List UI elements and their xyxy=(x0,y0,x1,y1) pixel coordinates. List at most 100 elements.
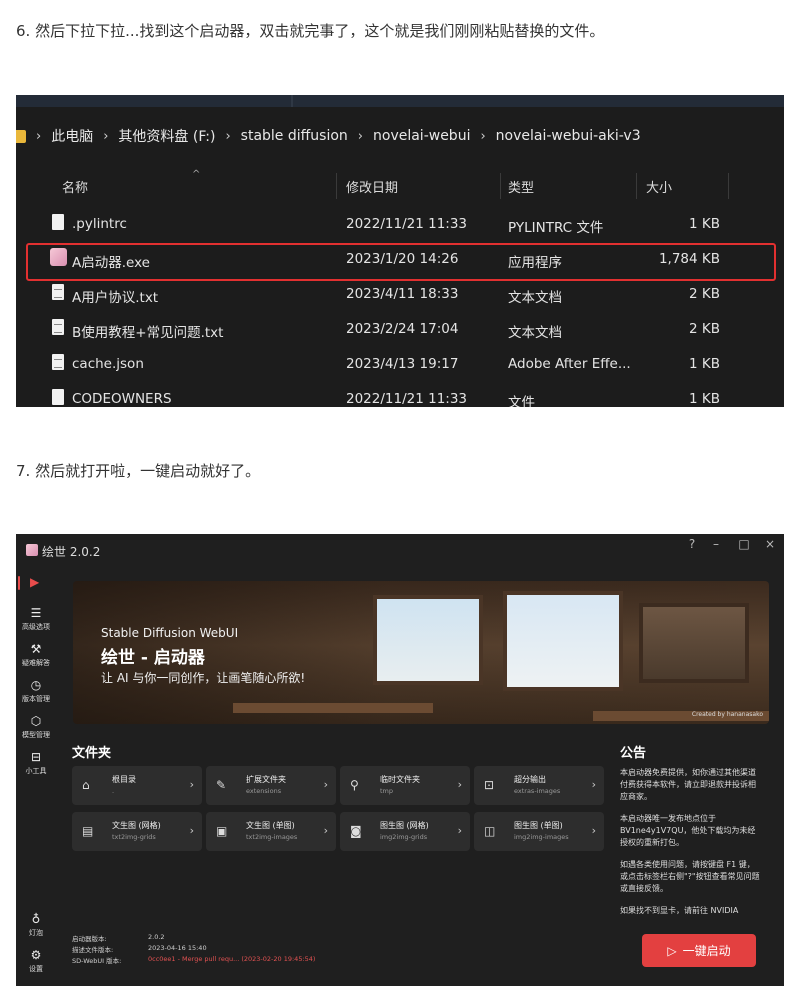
file-type: Adobe After Effe... xyxy=(508,356,631,372)
folder-card[interactable]: ◫ 图生图 (单图) img2img-images › xyxy=(474,812,604,851)
file-size: 2 KB xyxy=(689,286,720,302)
folder-card-label: 扩展文件夹 xyxy=(246,775,286,784)
launcher-window: 绘世 2.0.2 ? – □ × ▶ ☰ 高级选项 ⚒ 疑难解答 ◷ 版本管理 … xyxy=(16,534,784,986)
launcher-version-value: 2.0.2 xyxy=(148,933,165,941)
file-row[interactable]: cache.json 2023/4/13 19:17 Adobe After Eff… xyxy=(16,346,784,381)
launch-button[interactable]: ▷ 一键启动 xyxy=(642,934,756,967)
text-file-icon xyxy=(52,284,64,300)
column-modified[interactable]: 修改日期 xyxy=(346,177,398,196)
folders-section-title: 文件夹 xyxy=(72,746,112,761)
file-name: B使用教程+常见问题.txt xyxy=(72,325,224,341)
text-file-icon xyxy=(52,319,64,335)
chevron-right-icon: › xyxy=(480,128,486,144)
folder-card[interactable]: ⌂ 根目录. › xyxy=(72,766,202,805)
breadcrumb-novelai-webui[interactable]: novelai-webui xyxy=(373,128,470,144)
root-folder-icon: ⌂ xyxy=(82,778,90,792)
toolbox-icon: ⊟ xyxy=(30,750,42,764)
notice-section-title: 公告 xyxy=(620,746,647,761)
folder-card-path: extensions xyxy=(246,787,282,795)
breadcrumb-drive-f[interactable]: 其他资料盘 (F:) xyxy=(118,126,215,146)
play-outline-icon: ▷ xyxy=(667,943,677,958)
notice-paragraph: 本启动器唯一发布地点位于BV1ne4y1V7QU，他处下载均为未经授权的重新打包… xyxy=(620,814,756,847)
column-size[interactable]: 大小 xyxy=(646,177,672,196)
close-button[interactable]: × xyxy=(760,537,780,551)
cube-icon: ⬡ xyxy=(30,714,42,728)
file-row[interactable]: CODEOWNERS 2022/11/21 11:33 文件 1 KB xyxy=(16,381,784,407)
minimize-button[interactable]: – xyxy=(706,537,726,551)
file-explorer-screenshot: › 此电脑 › 其他资料盘 (F:) › stable diffusion › … xyxy=(16,95,784,407)
step7-text: 7. 然后就打开啦，一键启动就好了。 xyxy=(16,462,261,480)
file-name: A用户协议.txt xyxy=(72,290,159,306)
chevron-right-icon: › xyxy=(225,128,231,144)
folder-card-label: 临时文件夹 xyxy=(380,775,420,784)
file-size: 2 KB xyxy=(689,321,720,337)
folder-card-path: img2img-images xyxy=(514,833,569,841)
extension-icon: ✎ xyxy=(216,778,227,792)
file-icon xyxy=(52,214,64,230)
file-row[interactable]: A用户协议.txt 2023/4/11 18:33 文本文档 2 KB xyxy=(16,276,784,311)
chevron-right-icon: › xyxy=(457,824,462,837)
sidebar-item-troubleshoot[interactable]: ⚒ 疑难解答 xyxy=(16,642,56,668)
image-icon: ◫ xyxy=(484,824,496,838)
chevron-right-icon: › xyxy=(457,778,462,791)
sidebar-item-tools[interactable]: ⊟ 小工具 xyxy=(16,750,56,776)
breadcrumb-stable-diffusion[interactable]: stable diffusion xyxy=(241,128,348,144)
launcher-version-label: 启动器版本: xyxy=(72,935,107,943)
file-size: 1 KB xyxy=(689,216,720,232)
title-bar: 绘世 2.0.2 ? – □ × xyxy=(16,534,784,564)
file-modified: 2023/4/13 19:17 xyxy=(346,356,459,372)
folder-icon xyxy=(16,129,26,143)
folder-card[interactable]: ▣ 文生图 (单图) txt2img-images › xyxy=(206,812,336,851)
sidebar-item-advanced[interactable]: ☰ 高级选项 xyxy=(16,606,56,632)
address-bar[interactable]: › 此电脑 › 其他资料盘 (F:) › stable diffusion › … xyxy=(16,107,784,165)
folder-card[interactable]: ✎ 扩展文件夹 extensions › xyxy=(206,766,336,805)
folder-card-label: 文生图 (网格) xyxy=(112,821,161,830)
tools-icon: ⚒ xyxy=(30,642,42,656)
list-icon: ☰ xyxy=(30,606,42,620)
file-name: .pylintrc xyxy=(72,216,127,232)
file-name: cache.json xyxy=(72,356,144,372)
step6-text: 6. 然后下拉下拉...找到这个启动器，双击就完事了，这个就是我们刚刚粘贴替换的… xyxy=(16,22,605,40)
folder-card-path: tmp xyxy=(380,787,394,795)
folder-card[interactable]: ▤ 文生图 (网格) txt2img-grids › xyxy=(72,812,202,851)
folder-card-path: txt2img-images xyxy=(246,833,298,841)
column-divider[interactable] xyxy=(728,173,729,199)
column-divider[interactable] xyxy=(500,173,501,199)
file-row[interactable]: B使用教程+常见问题.txt 2023/2/24 17:04 文本文档 2 KB xyxy=(16,311,784,346)
sidebar-item-bulb[interactable]: ♁ 灯泡 xyxy=(16,912,56,938)
banner-image: Stable Diffusion WebUI 绘世 - 启动器 让 AI 与你一… xyxy=(73,581,769,724)
column-name[interactable]: 名称 xyxy=(62,177,88,196)
folder-card[interactable]: ⚲ 临时文件夹 tmp › xyxy=(340,766,470,805)
file-modified: 2022/11/21 11:33 xyxy=(346,391,468,407)
breadcrumb-this-pc[interactable]: 此电脑 xyxy=(51,126,93,146)
notice-paragraph: 本启动器免费提供，如你通过其他渠道付费获得本软件，请立即退款并投诉相应商家。 xyxy=(620,768,756,801)
webui-version-value[interactable]: 0cc0ee1 - Merge pull requ... (2023-02-20… xyxy=(148,955,315,963)
notice-paragraph: 如遇各类使用问题，请按键盘 F1 键，或点击标签栏右侧"?"按钮查看常见问题或直… xyxy=(620,860,760,893)
banner-window-right xyxy=(639,603,749,683)
file-type: PYLINTRC 文件 xyxy=(508,220,604,236)
folder-card[interactable]: ⊡ 超分输出 extras-images › xyxy=(474,766,604,805)
breadcrumb-aki-v3[interactable]: novelai-webui-aki-v3 xyxy=(496,128,641,144)
folder-card[interactable]: ◙ 图生图 (网格) img2img-grids › xyxy=(340,812,470,851)
sidebar-item-models[interactable]: ⬡ 模型管理 xyxy=(16,714,56,740)
play-icon[interactable]: ▶ xyxy=(30,575,39,589)
column-type[interactable]: 类型 xyxy=(508,177,534,196)
desc-version-label: 描述文件版本: xyxy=(72,946,114,954)
help-button[interactable]: ? xyxy=(682,537,702,551)
banner-window-center xyxy=(503,591,623,691)
file-row[interactable]: .pylintrc 2022/11/21 11:33 PYLINTRC 文件 1 KB xyxy=(16,206,784,241)
maximize-button[interactable]: □ xyxy=(734,537,754,551)
folder-card-path: extras-images xyxy=(514,787,561,795)
column-divider[interactable] xyxy=(636,173,637,199)
file-type: 文本文档 xyxy=(508,325,562,341)
column-divider[interactable] xyxy=(336,173,337,199)
chevron-right-icon: › xyxy=(189,778,194,791)
sidebar-item-label: 小工具 xyxy=(25,767,47,775)
sidebar-item-settings[interactable]: ⚙ 设置 xyxy=(16,948,56,974)
broom-icon: ⚲ xyxy=(350,778,359,792)
webui-version-label: SD-WebUI 版本: xyxy=(72,957,122,965)
sort-caret-icon: ^ xyxy=(192,169,201,180)
sidebar-item-versions[interactable]: ◷ 版本管理 xyxy=(16,678,56,704)
folder-card-path: . xyxy=(112,787,115,795)
file-type: 文件 xyxy=(508,395,535,407)
